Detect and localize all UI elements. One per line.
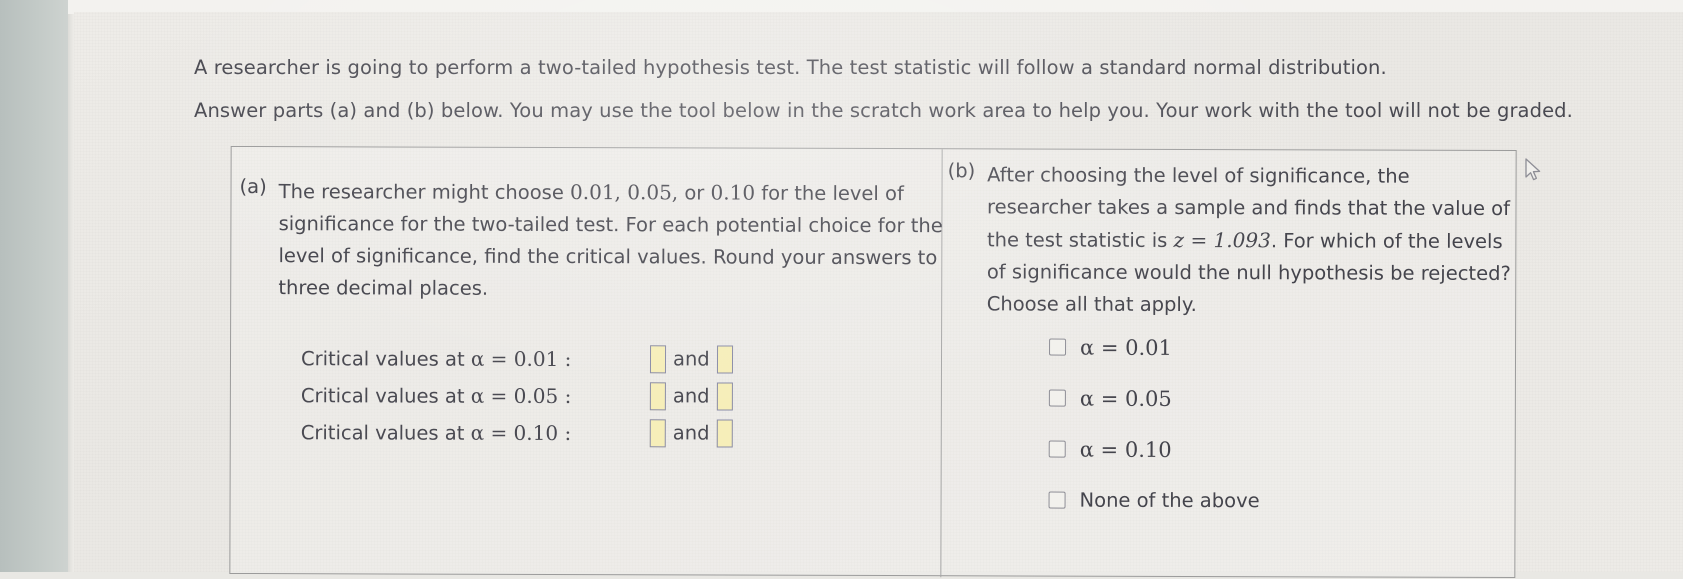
choice-alpha-005[interactable]: α = 0.05	[1048, 373, 1260, 425]
part-a: (a) The researcher might choose 0.01, 0.…	[239, 175, 943, 306]
part-b-line-1: After choosing the level of significance…	[987, 163, 1410, 188]
critical-value-row-alpha-001: Critical values at α = 0.01 : and	[301, 339, 733, 377]
part-b-label: (b)	[947, 159, 976, 183]
and-label-005: and	[672, 384, 710, 408]
intro-line-1: A researcher is going to perform a two-t…	[194, 56, 1387, 79]
part-a-line-2: significance for the two-tailed test. Fo…	[278, 212, 943, 238]
critical-value-input-lower-001[interactable]	[649, 344, 667, 373]
intro-line-2: Answer parts (a) and (b) below. You may …	[194, 99, 1573, 122]
part-a-line-1-math: 0.01, 0.05,	[570, 180, 679, 205]
critical-value-row-alpha-010: Critical values at α = 0.10 : and	[301, 413, 733, 451]
critical-value-input-lower-010[interactable]	[649, 418, 666, 447]
part-b: (b) After choosing the level of signific…	[947, 159, 1511, 322]
part-a-line-3: level of significance, find the critical…	[278, 244, 938, 270]
choice-alpha-010[interactable]: α = 0.10	[1048, 424, 1260, 476]
problem-page: A researcher is going to perform a two-t…	[74, 12, 1683, 579]
critical-value-input-upper-010[interactable]	[716, 419, 733, 448]
choice-label-none-of-the-above: None of the above	[1079, 488, 1260, 513]
cv-alpha-2: α = 0.10	[470, 420, 559, 445]
part-a-line-1: The researcher might choose 0.01, 0.05, …	[279, 175, 943, 210]
part-a-text: The researcher might choose 0.01, 0.05, …	[278, 175, 943, 306]
checkbox-alpha-010[interactable]	[1048, 440, 1066, 458]
part-b-line-3: the test statistic is z = 1.093. For whi…	[987, 223, 1511, 258]
part-b-line-3-post: . For which of the levels	[1270, 229, 1503, 253]
choice-label-alpha-005: α = 0.05	[1079, 386, 1172, 411]
critical-value-label-alpha-010: Critical values at α = 0.10 :	[301, 420, 586, 445]
part-a-line-1-pre: The researcher might choose	[278, 180, 571, 205]
part-a-line-1-mid: or	[678, 181, 711, 205]
answer-panel: (a) The researcher might choose 0.01, 0.…	[229, 145, 1517, 579]
screen: A researcher is going to perform a two-t…	[0, 0, 1683, 579]
choice-label-alpha-001: α = 0.01	[1080, 335, 1172, 360]
part-b-line-4: of significance would the null hypothesi…	[986, 260, 1511, 286]
critical-value-input-upper-005[interactable]	[716, 382, 733, 411]
critical-value-inputs-alpha-005: and	[649, 381, 733, 411]
critical-value-inputs-alpha-001: and	[649, 344, 733, 374]
critical-value-input-upper-001[interactable]	[716, 345, 733, 374]
choice-none-of-the-above[interactable]: None of the above	[1048, 475, 1260, 527]
choice-list: α = 0.01 α = 0.05 α = 0.10 None of the a…	[1048, 322, 1260, 527]
cv-colon-0: :	[558, 346, 572, 371]
and-label-010: and	[672, 421, 710, 445]
part-b-line-2: researcher takes a sample and finds that…	[987, 195, 1511, 221]
part-b-line-3-pre: the test statistic is	[986, 228, 1174, 252]
cv-label-pre-2: Critical values at	[300, 420, 471, 445]
part-a-label: (a)	[239, 175, 267, 199]
part-b-text: After choosing the level of significance…	[987, 159, 1511, 322]
cv-label-pre-1: Critical values at	[300, 383, 471, 408]
checkbox-none-of-the-above[interactable]	[1048, 491, 1066, 509]
critical-value-label-alpha-005: Critical values at α = 0.05 :	[301, 383, 586, 408]
cv-alpha-1: α = 0.05	[470, 383, 559, 408]
cv-colon-2: :	[558, 420, 572, 445]
part-a-line-1-math2: 0.10	[710, 180, 756, 205]
critical-value-inputs-alpha-010: and	[649, 418, 733, 448]
and-label-001: and	[672, 347, 710, 371]
cv-alpha-0: α = 0.01	[470, 346, 559, 371]
choice-label-alpha-010: α = 0.10	[1079, 437, 1172, 462]
critical-value-label-alpha-001: Critical values at α = 0.01 :	[301, 346, 586, 371]
part-a-line-1-post: for the level of	[755, 181, 904, 206]
part-a-line-4: three decimal places.	[278, 276, 489, 300]
critical-values-rows: Critical values at α = 0.01 : and Critic…	[301, 339, 733, 451]
cv-label-pre-0: Critical values at	[300, 346, 471, 371]
choice-alpha-001[interactable]: α = 0.01	[1049, 322, 1260, 374]
left-sidebar-strip	[0, 0, 68, 572]
checkbox-alpha-001[interactable]	[1049, 338, 1067, 356]
part-b-line-5: Choose all that apply.	[986, 292, 1197, 317]
cv-colon-1: :	[558, 383, 572, 408]
test-statistic-value: z = 1.093	[1173, 227, 1271, 253]
critical-value-row-alpha-005: Critical values at α = 0.05 : and	[301, 376, 733, 414]
checkbox-alpha-005[interactable]	[1048, 389, 1066, 407]
critical-value-input-lower-005[interactable]	[649, 381, 666, 410]
